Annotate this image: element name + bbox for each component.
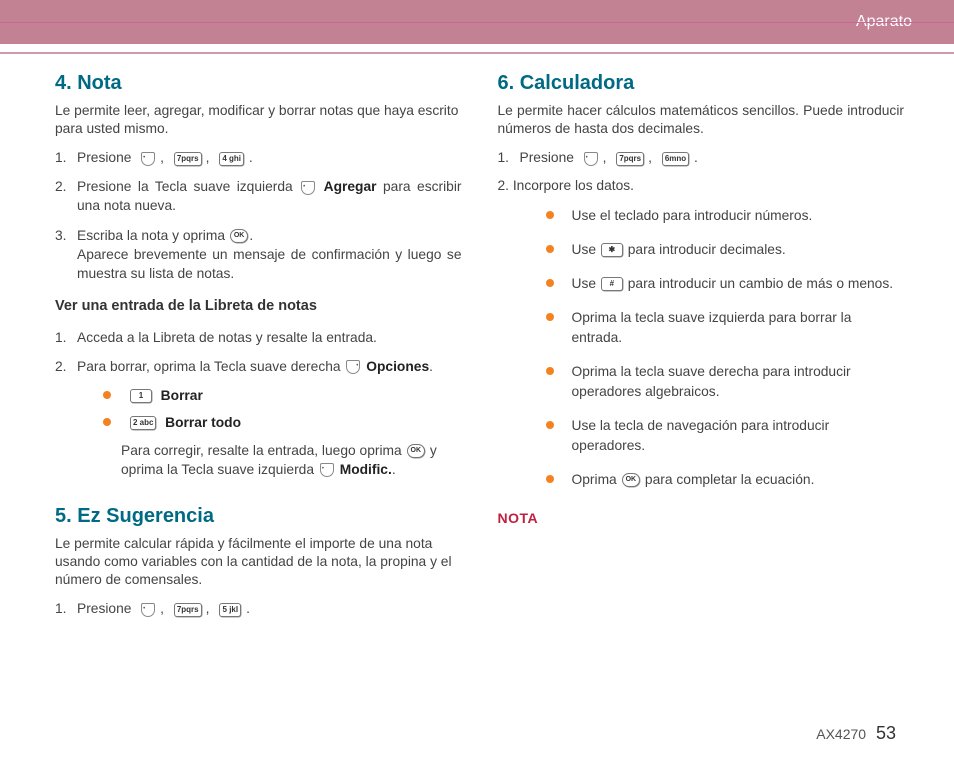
soft-left-key-icon [141, 603, 155, 617]
soft-left-key-icon [320, 463, 334, 477]
key-2-icon: 2 abc [130, 416, 156, 430]
header-title: Aparato [856, 13, 912, 31]
subhead-view-entry: Ver una entrada de la Libreta de notas [55, 298, 462, 314]
view-step-1: 1. Acceda a la Libreta de notas y resalt… [55, 328, 462, 347]
text: Para corregir, resalte la entrada, luego… [121, 443, 402, 458]
text: Para borrar, oprima la Tecla suave derec… [77, 359, 341, 374]
calc-b1: Use el teclado para introducir números. [546, 206, 905, 226]
key-7-icon: 7pqrs [616, 152, 644, 166]
bullet-dot-icon [546, 475, 554, 483]
key-ok-icon: OK [407, 444, 426, 458]
calc-b3: Use # para introducir un cambio de más o… [546, 274, 905, 294]
key-ok-icon: OK [230, 229, 249, 243]
calc-b4: Oprima la tecla suave izquierda para bor… [546, 308, 905, 348]
calc-step-1: 1. Presione , 7pqrs, 6mno . [498, 148, 905, 167]
model-number: AX4270 [816, 726, 866, 742]
bullet-borrar-todo: 2 abc Borrar todo [103, 413, 462, 433]
calc-bullets: Use el teclado para introducir números. … [546, 206, 905, 490]
right-column: 6. Calculadora Le permite hacer cálculos… [498, 72, 905, 628]
text: Presione la Tecla suave izquierda [77, 179, 293, 194]
heading-nota: 4. Nota [55, 72, 462, 95]
page-footer: AX4270 53 [816, 723, 896, 744]
text: Use [572, 242, 597, 257]
key-7-icon: 7pqrs [174, 603, 202, 617]
bold-text: Borrar [161, 388, 203, 403]
soft-left-key-icon [301, 181, 315, 195]
text: Escriba la nota y oprima [77, 228, 225, 243]
key-ok-icon: OK [622, 473, 641, 487]
content-area: 4. Nota Le permite leer, agregar, modifi… [0, 54, 954, 628]
text: Presione [77, 601, 131, 616]
key-4-icon: 4 ghi [219, 152, 244, 166]
bullet-borrar: 1 Borrar [103, 386, 462, 406]
text: para introducir un cambio de más o menos… [628, 276, 893, 291]
bullet-dot-icon [546, 313, 554, 321]
options-bullets: 1 Borrar 2 abc Borrar todo [103, 386, 462, 433]
nota-step-3: 3. Escriba la nota y oprima OK. Aparece … [55, 226, 462, 283]
ez-intro: Le permite calcular rápida y fácilmente … [55, 535, 462, 590]
text: Oprima la tecla suave izquierda para bor… [572, 308, 905, 348]
text: Aparece brevemente un mensaje de confirm… [77, 247, 462, 281]
bullet-dot-icon [103, 391, 111, 399]
bold-text: Agregar [324, 179, 377, 194]
nota-callout: NOTA [498, 510, 905, 526]
calc-intro: Le permite hacer cálculos matemáticos se… [498, 102, 905, 138]
text: Use la tecla de navegación para introduc… [572, 416, 905, 456]
bold-text: Opciones [366, 359, 429, 374]
soft-left-key-icon [141, 152, 155, 166]
text: para completar la ecuación. [645, 472, 815, 487]
view-step-2: 2. Para borrar, oprima la Tecla suave de… [55, 357, 462, 376]
key-star-icon: ✱ [601, 243, 623, 257]
text: para introducir decimales. [628, 242, 786, 257]
left-column: 4. Nota Le permite leer, agregar, modifi… [55, 72, 462, 628]
bullet-dot-icon [546, 211, 554, 219]
text: Presione [77, 150, 131, 165]
heading-calc: 6. Calculadora [498, 72, 905, 95]
key-5-icon: 5 jkl [219, 603, 241, 617]
page-header: Aparato [0, 0, 954, 44]
text: Oprima [572, 472, 617, 487]
key-1-icon: 1 [130, 389, 152, 403]
calc-step-2: 2. Incorpore los datos. [498, 177, 905, 195]
bullet-dot-icon [546, 367, 554, 375]
bullet-dot-icon [103, 418, 111, 426]
text: Use el teclado para introducir números. [572, 206, 905, 226]
text: Acceda a la Libreta de notas y resalte l… [77, 328, 462, 347]
bold-text: Borrar todo [165, 415, 241, 430]
calc-b6: Use la tecla de navegación para introduc… [546, 416, 905, 456]
text: Use [572, 276, 597, 291]
key-hash-icon: # [601, 277, 623, 291]
bullet-dot-icon [546, 245, 554, 253]
nota-step-2: 2. Presione la Tecla suave izquierda Agr… [55, 177, 462, 215]
calc-b2: Use ✱ para introducir decimales. [546, 240, 905, 260]
calc-b5: Oprima la tecla suave derecha para intro… [546, 362, 905, 402]
bullet-dot-icon [546, 421, 554, 429]
page-number: 53 [876, 723, 896, 743]
calc-b7: Oprima OK para completar la ecuación. [546, 470, 905, 490]
nota-intro: Le permite leer, agregar, modificar y bo… [55, 102, 462, 138]
text: Oprima la tecla suave derecha para intro… [572, 362, 905, 402]
correction-note: Para corregir, resalte la entrada, luego… [121, 441, 462, 479]
ez-step-1: 1. Presione , 7pqrs, 5 jkl . [55, 599, 462, 618]
text: Presione [520, 150, 574, 165]
heading-ez: 5. Ez Sugerencia [55, 505, 462, 528]
bullet-dot-icon [546, 279, 554, 287]
nota-step-1: 1. Presione , 7pqrs, 4 ghi . [55, 148, 462, 167]
soft-left-key-icon [584, 152, 598, 166]
bold-text: Modific. [340, 462, 392, 477]
key-7-icon: 7pqrs [174, 152, 202, 166]
key-6-icon: 6mno [662, 152, 689, 166]
soft-right-key-icon [346, 360, 360, 374]
